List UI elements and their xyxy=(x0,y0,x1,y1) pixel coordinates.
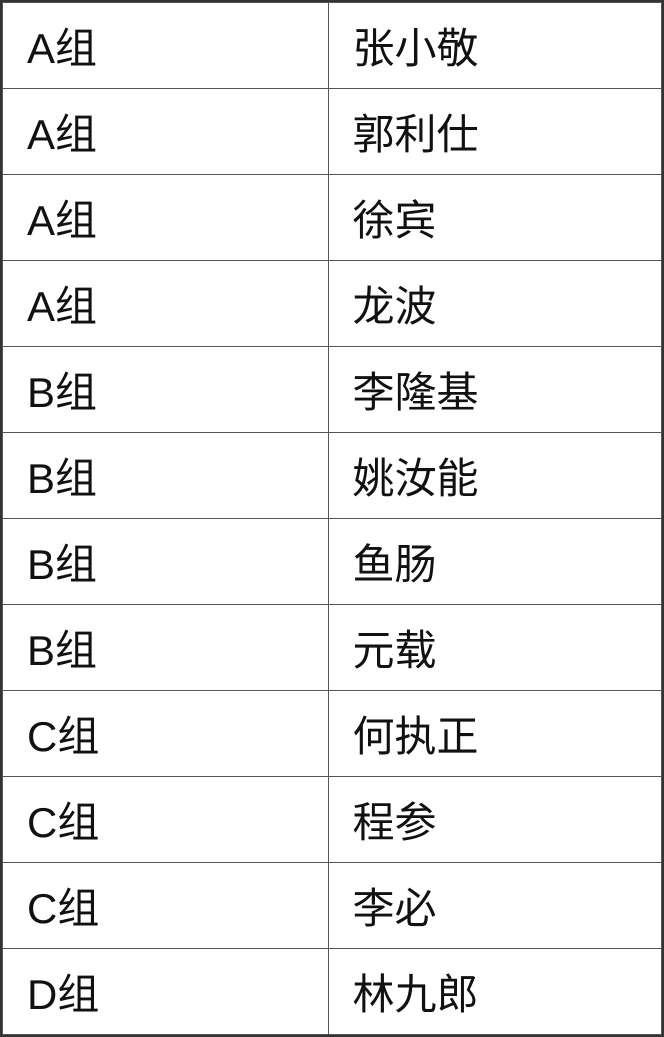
group-cell: A组 xyxy=(3,3,329,89)
group-cell: B组 xyxy=(3,433,329,519)
name-cell: 何执正 xyxy=(328,691,661,777)
name-cell: 张小敬 xyxy=(328,3,661,89)
group-cell: A组 xyxy=(3,175,329,261)
name-cell: 林九郎 xyxy=(328,949,661,1035)
name-cell: 鱼肠 xyxy=(328,519,661,605)
table-row: A组郭利仕 xyxy=(3,89,662,175)
table-row: C组程参 xyxy=(3,777,662,863)
table-row: A组张小敬 xyxy=(3,3,662,89)
group-cell: A组 xyxy=(3,89,329,175)
name-cell: 李必 xyxy=(328,863,661,949)
group-cell: B组 xyxy=(3,605,329,691)
table-row: A组龙波 xyxy=(3,261,662,347)
table-row: B组元载 xyxy=(3,605,662,691)
table-row: C组李必 xyxy=(3,863,662,949)
name-cell: 姚汝能 xyxy=(328,433,661,519)
name-cell: 徐宾 xyxy=(328,175,661,261)
main-table: A组张小敬A组郭利仕A组徐宾A组龙波B组李隆基B组姚汝能B组鱼肠B组元载C组何执… xyxy=(0,0,664,1037)
group-cell: C组 xyxy=(3,691,329,777)
group-cell: C组 xyxy=(3,863,329,949)
group-cell: C组 xyxy=(3,777,329,863)
name-cell: 元载 xyxy=(328,605,661,691)
table-row: B组鱼肠 xyxy=(3,519,662,605)
group-cell: A组 xyxy=(3,261,329,347)
group-cell: D组 xyxy=(3,949,329,1035)
name-cell: 李隆基 xyxy=(328,347,661,433)
name-cell: 郭利仕 xyxy=(328,89,661,175)
name-cell: 程参 xyxy=(328,777,661,863)
table-row: C组何执正 xyxy=(3,691,662,777)
table-row: D组林九郎 xyxy=(3,949,662,1035)
group-cell: B组 xyxy=(3,347,329,433)
table-row: B组李隆基 xyxy=(3,347,662,433)
table-row: B组姚汝能 xyxy=(3,433,662,519)
table-row: A组徐宾 xyxy=(3,175,662,261)
group-cell: B组 xyxy=(3,519,329,605)
name-cell: 龙波 xyxy=(328,261,661,347)
